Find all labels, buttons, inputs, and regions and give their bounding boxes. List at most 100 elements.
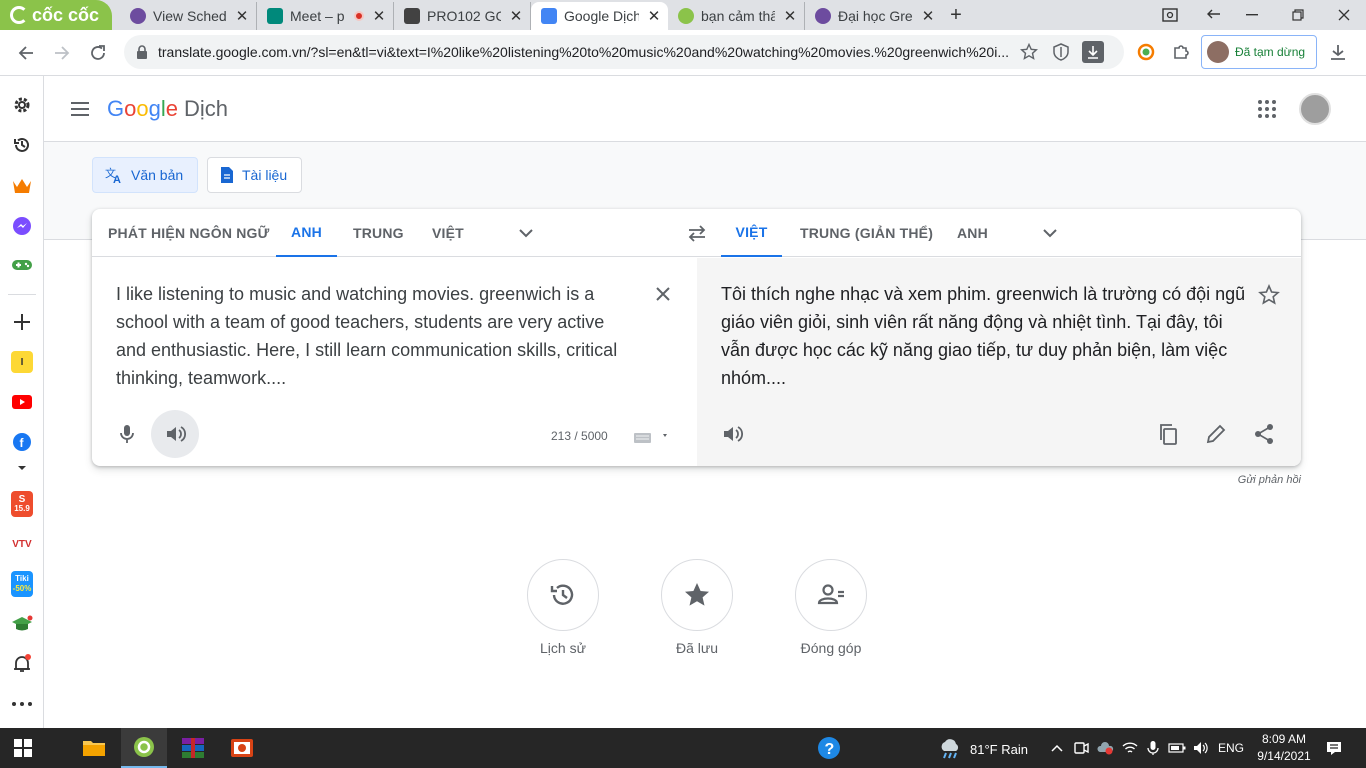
vtv-icon[interactable]: VTV [11, 533, 33, 555]
downloads-icon[interactable] [1327, 41, 1349, 63]
microphone-icon[interactable] [116, 423, 138, 445]
google-dich-logo[interactable]: G o o g l e Dịch [107, 96, 228, 122]
youtube-icon[interactable] [11, 391, 33, 413]
taskbar-powerpoint[interactable] [219, 728, 265, 768]
close-tab-icon[interactable]: ✕ [646, 7, 662, 25]
volume-icon[interactable] [1192, 738, 1210, 758]
close-tab-icon[interactable]: ✕ [782, 7, 798, 25]
close-window-button[interactable] [1322, 0, 1366, 30]
tab-dai-hoc-greenwich[interactable]: Đại học Gree ✕ [805, 2, 942, 30]
input-language-indicator[interactable]: ENG [1218, 741, 1244, 755]
source-text-input[interactable]: I like listening to music and watching m… [116, 280, 636, 392]
contribute-button[interactable] [795, 559, 867, 631]
notes-icon[interactable]: I [11, 351, 33, 373]
source-lang-vietnamese-tab[interactable]: VIỆT [432, 209, 464, 257]
globe-favicon-icon [815, 8, 831, 24]
copy-translation-icon[interactable] [1157, 423, 1179, 445]
tab-view-schedule[interactable]: View Schedu ✕ [120, 2, 257, 30]
tab-ban-cam-thay[interactable]: bạn cảm thấ ✕ [668, 2, 805, 30]
taskbar-winrar[interactable] [170, 728, 216, 768]
history-button[interactable] [527, 559, 599, 631]
target-lang-chinese-simplified-tab[interactable]: TRUNG (GIẢN THỂ) [800, 209, 933, 257]
coccoc-extension-icon[interactable] [1135, 41, 1157, 63]
target-lang-more-chevron-down-icon[interactable] [1039, 222, 1061, 244]
detect-language-tab[interactable]: PHÁT HIỆN NGÔN NGỮ [108, 209, 269, 257]
target-lang-vietnamese-tab[interactable]: VIỆT [721, 209, 782, 257]
onedrive-icon[interactable] [1096, 738, 1114, 758]
back-button[interactable] [11, 38, 41, 68]
listen-source-button[interactable] [151, 410, 199, 458]
source-lang-more-chevron-down-icon[interactable] [515, 222, 537, 244]
sidebar-expand-icon[interactable] [16, 464, 28, 472]
edit-translation-pencil-icon[interactable] [1205, 423, 1227, 445]
shopee-icon[interactable]: S 15.9 [11, 491, 33, 517]
close-tab-icon[interactable]: ✕ [508, 7, 524, 25]
clear-source-text-icon[interactable] [653, 284, 673, 304]
target-lang-english-tab[interactable]: ANH [957, 209, 988, 257]
save-translation-star-icon[interactable] [1258, 284, 1280, 306]
user-avatar[interactable] [1299, 93, 1331, 125]
share-translation-icon[interactable] [1253, 423, 1275, 445]
tab-google-dich[interactable]: Google Dịch ✕ [531, 2, 668, 30]
start-button[interactable] [0, 728, 46, 768]
history-icon[interactable] [11, 134, 33, 156]
google-apps-icon[interactable] [1256, 98, 1278, 120]
text-mode-button[interactable]: 文A Văn bản [92, 157, 199, 193]
close-tab-icon[interactable]: ✕ [371, 7, 387, 25]
lock-icon[interactable] [136, 45, 148, 59]
close-tab-icon[interactable]: ✕ [920, 7, 936, 25]
clock-date: 9/14/2021 [1257, 749, 1311, 763]
taskbar-file-explorer[interactable] [71, 728, 117, 768]
messenger-icon[interactable] [11, 215, 33, 237]
document-mode-button[interactable]: Tài liệu [207, 157, 303, 193]
graduation-cap-icon[interactable] [11, 613, 33, 635]
source-lang-english-tab[interactable]: ANH [276, 209, 337, 257]
close-tab-icon[interactable]: ✕ [234, 7, 250, 25]
shield-icon[interactable] [1050, 41, 1072, 63]
bookmark-star-icon[interactable] [1018, 41, 1040, 63]
tiki-label: Tiki [15, 574, 29, 583]
folder-icon [82, 738, 106, 758]
gamepad-icon[interactable] [11, 254, 33, 276]
url-text[interactable]: translate.google.com.vn/?sl=en&tl=vi&tex… [158, 44, 1008, 60]
coccoc-menu-button[interactable]: cốc cốc [0, 0, 112, 30]
minimize-window-button[interactable] [1230, 0, 1274, 30]
taskbar-coccoc-browser[interactable] [121, 728, 167, 768]
download-icon[interactable] [1082, 41, 1104, 63]
wifi-icon[interactable] [1121, 738, 1139, 758]
meet-now-icon[interactable] [1072, 738, 1090, 758]
facebook-icon[interactable]: f [11, 431, 33, 453]
swap-languages-icon[interactable] [686, 222, 708, 244]
notification-icon[interactable] [11, 653, 33, 675]
add-icon[interactable] [11, 311, 33, 333]
more-options-icon[interactable] [12, 702, 32, 708]
source-lang-chinese-tab[interactable]: TRUNG [353, 209, 404, 257]
action-center-icon[interactable] [1324, 738, 1344, 758]
weather-widget[interactable]: 81°F Rain [938, 738, 1028, 760]
settings-icon[interactable] [11, 94, 33, 116]
extensions-puzzle-icon[interactable] [1170, 41, 1192, 63]
listen-translation-speaker-icon[interactable] [721, 423, 743, 445]
show-hidden-icons-chevron-up-icon[interactable] [1048, 738, 1066, 758]
keyboard-input-tools-icon[interactable] [634, 430, 668, 444]
taskbar-clock[interactable]: 8:09 AM 9/14/2021 [1252, 731, 1316, 765]
send-feedback-link[interactable]: Gửi phản hồi [1200, 474, 1301, 486]
crown-icon[interactable] [11, 175, 33, 197]
search-tabs-icon[interactable] [1148, 0, 1192, 30]
restore-window-button[interactable] [1276, 0, 1320, 30]
tab-meet[interactable]: Meet – p ✕ [257, 2, 394, 30]
address-bar[interactable]: translate.google.com.vn/?sl=en&tl=vi&tex… [124, 35, 1124, 69]
microphone-tray-icon[interactable] [1144, 738, 1162, 758]
taskbar-help[interactable]: ? [806, 728, 852, 768]
profile-paused-button[interactable]: Đã tạm dừng [1201, 35, 1317, 69]
reload-button[interactable] [83, 38, 113, 68]
battery-icon[interactable] [1168, 738, 1186, 758]
tab-pro102[interactable]: PRO102 GCH ✕ [394, 2, 531, 30]
main-menu-button[interactable] [68, 98, 92, 120]
new-tab-button[interactable]: + [942, 0, 970, 30]
saved-button[interactable] [661, 559, 733, 631]
tiki-icon[interactable]: Tiki -50% [11, 571, 33, 597]
text-mode-label: Văn bản [131, 167, 184, 183]
recording-indicator-icon [354, 11, 364, 21]
forward-button[interactable] [47, 38, 77, 68]
